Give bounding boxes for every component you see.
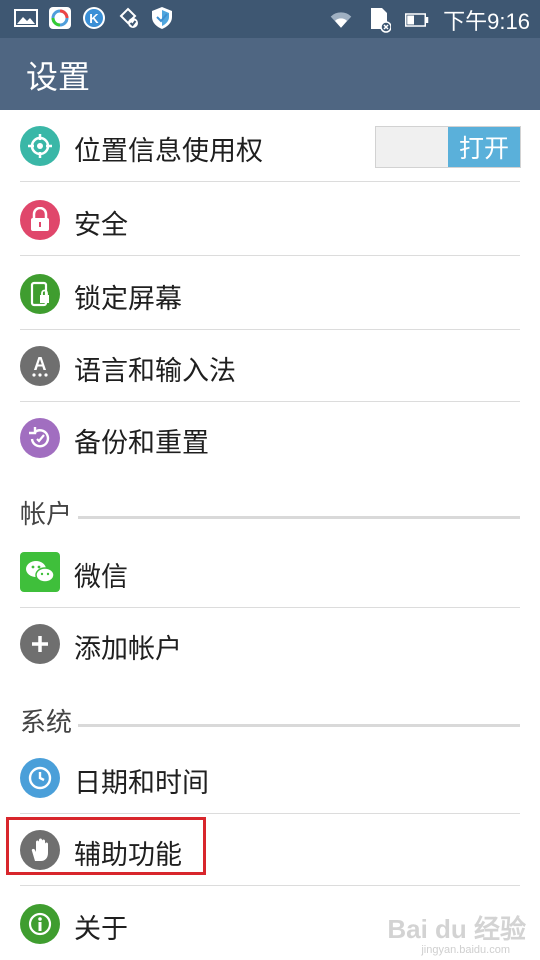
toggle-on-label: 打开 — [448, 127, 520, 167]
settings-item-label: 微信 — [74, 562, 128, 593]
wifi-icon — [329, 8, 353, 32]
section-divider — [78, 724, 520, 727]
watermark-sub: jingyan.baidu.com — [421, 944, 510, 956]
status-bar: K 下午9:16 — [0, 0, 540, 38]
lock-icon — [20, 200, 60, 240]
section-title: 帐户 — [20, 500, 73, 530]
divider — [20, 181, 520, 182]
k-app-icon: K — [82, 6, 106, 30]
phone-lock-icon — [20, 274, 60, 314]
settings-item-lock-screen[interactable]: 锁定屏幕 — [0, 258, 540, 330]
settings-item-security[interactable]: 安全 — [0, 184, 540, 256]
divider — [20, 255, 520, 256]
settings-item-label: 语言和输入法 — [74, 356, 236, 387]
settings-item-label: 关于 — [74, 914, 128, 945]
system-icons: 下午9:16 — [329, 4, 530, 36]
settings-item-label: 添加帐户 — [74, 634, 182, 665]
settings-item-location[interactable]: 位置信息使用权 打开 — [0, 110, 540, 182]
settings-item-label: 日期和时间 — [74, 768, 209, 799]
clock-icon — [20, 758, 60, 798]
svg-text:K: K — [89, 11, 99, 26]
settings-item-label: 备份和重置 — [74, 428, 209, 459]
settings-item-label: 位置信息使用权 — [74, 136, 263, 167]
shield-icon — [150, 6, 174, 30]
watermark: Bai du 经验 — [387, 914, 526, 944]
cloud-check-icon — [116, 6, 140, 30]
battery-icon — [405, 8, 429, 32]
settings-item-backup[interactable]: 备份和重置 — [0, 402, 540, 474]
sd-card-icon — [367, 8, 392, 33]
svg-text:A: A — [34, 354, 47, 374]
section-accounts: 帐户 — [0, 478, 540, 538]
section-title: 系统 — [20, 708, 73, 738]
settings-item-label: 锁定屏幕 — [74, 284, 182, 315]
divider — [20, 885, 520, 886]
settings-item-language[interactable]: A 语言和输入法 — [0, 330, 540, 402]
section-divider — [78, 516, 520, 519]
page-title: 设置 — [26, 58, 91, 96]
browser-icon — [48, 6, 72, 30]
plus-icon — [20, 624, 60, 664]
settings-item-label: 安全 — [74, 210, 128, 241]
system-item-date-time[interactable]: 日期和时间 — [0, 742, 540, 814]
notification-icons: K — [14, 6, 174, 30]
info-icon — [20, 904, 60, 944]
wechat-icon — [20, 552, 60, 592]
account-item-wechat[interactable]: 微信 — [0, 536, 540, 608]
location-toggle[interactable]: 打开 — [375, 126, 521, 168]
section-system: 系统 — [0, 686, 540, 746]
location-icon — [20, 126, 60, 166]
account-item-add[interactable]: 添加帐户 — [0, 608, 540, 680]
backup-icon — [20, 418, 60, 458]
app-bar: 设置 — [0, 38, 540, 110]
gallery-icon — [14, 6, 38, 30]
highlight-box — [6, 817, 206, 875]
language-icon: A — [20, 346, 60, 386]
status-time: 下午9:16 — [443, 9, 530, 34]
